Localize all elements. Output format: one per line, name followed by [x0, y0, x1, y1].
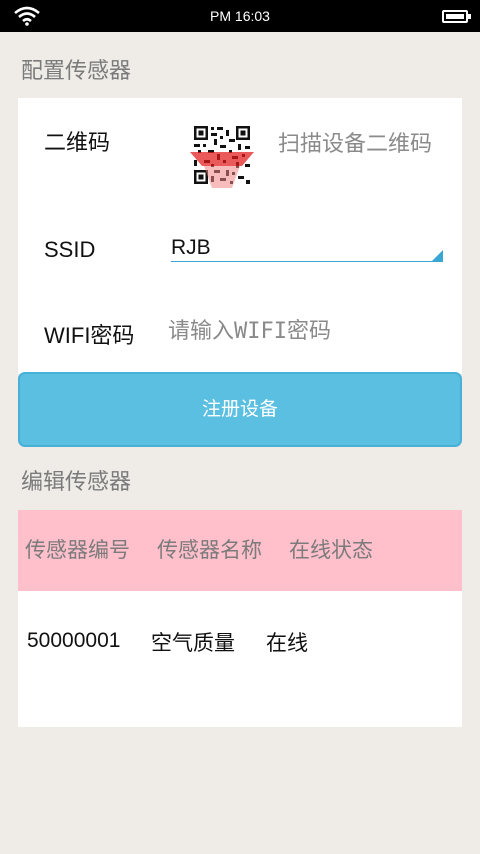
column-header-online-status: 在线状态 [289, 538, 373, 562]
online-status-cell: 在线 [266, 631, 308, 655]
sensor-name-cell: 空气质量 [151, 631, 235, 655]
ssid-label: SSID [44, 237, 96, 262]
battery-icon [442, 10, 471, 23]
wifi-password-input[interactable] [168, 314, 438, 348]
scan-hint: 扫描设备二维码 [278, 132, 433, 157]
sensor-id-cell: 50000001 [27, 629, 121, 652]
wifi-password-label: WIFI密码 [44, 323, 135, 348]
ssid-value: RJB [171, 236, 211, 259]
qr-code-icon[interactable] [190, 124, 254, 188]
status-bar: PM 16:03 [0, 0, 480, 32]
dropdown-corner-icon [432, 250, 443, 261]
config-card: 二维码 扫描设备二维码 SSID RJB WIFI密码 请输入WIFI密码 [18, 98, 462, 374]
sensor-table-header: 传感器编号 传感器名称 在线状态 [18, 510, 462, 591]
column-header-sensor-id: 传感器编号 [25, 538, 130, 562]
edit-section-title: 编辑传感器 [21, 470, 132, 495]
table-row[interactable]: 50000001 空气质量 在线 [18, 591, 462, 727]
register-device-button[interactable]: 注册设备 [18, 372, 462, 447]
column-header-sensor-name: 传感器名称 [157, 538, 262, 562]
qr-label: 二维码 [44, 130, 111, 155]
config-section-title: 配置传感器 [21, 59, 132, 84]
ssid-dropdown[interactable]: RJB [171, 234, 443, 262]
status-time: PM 16:03 [210, 8, 270, 24]
